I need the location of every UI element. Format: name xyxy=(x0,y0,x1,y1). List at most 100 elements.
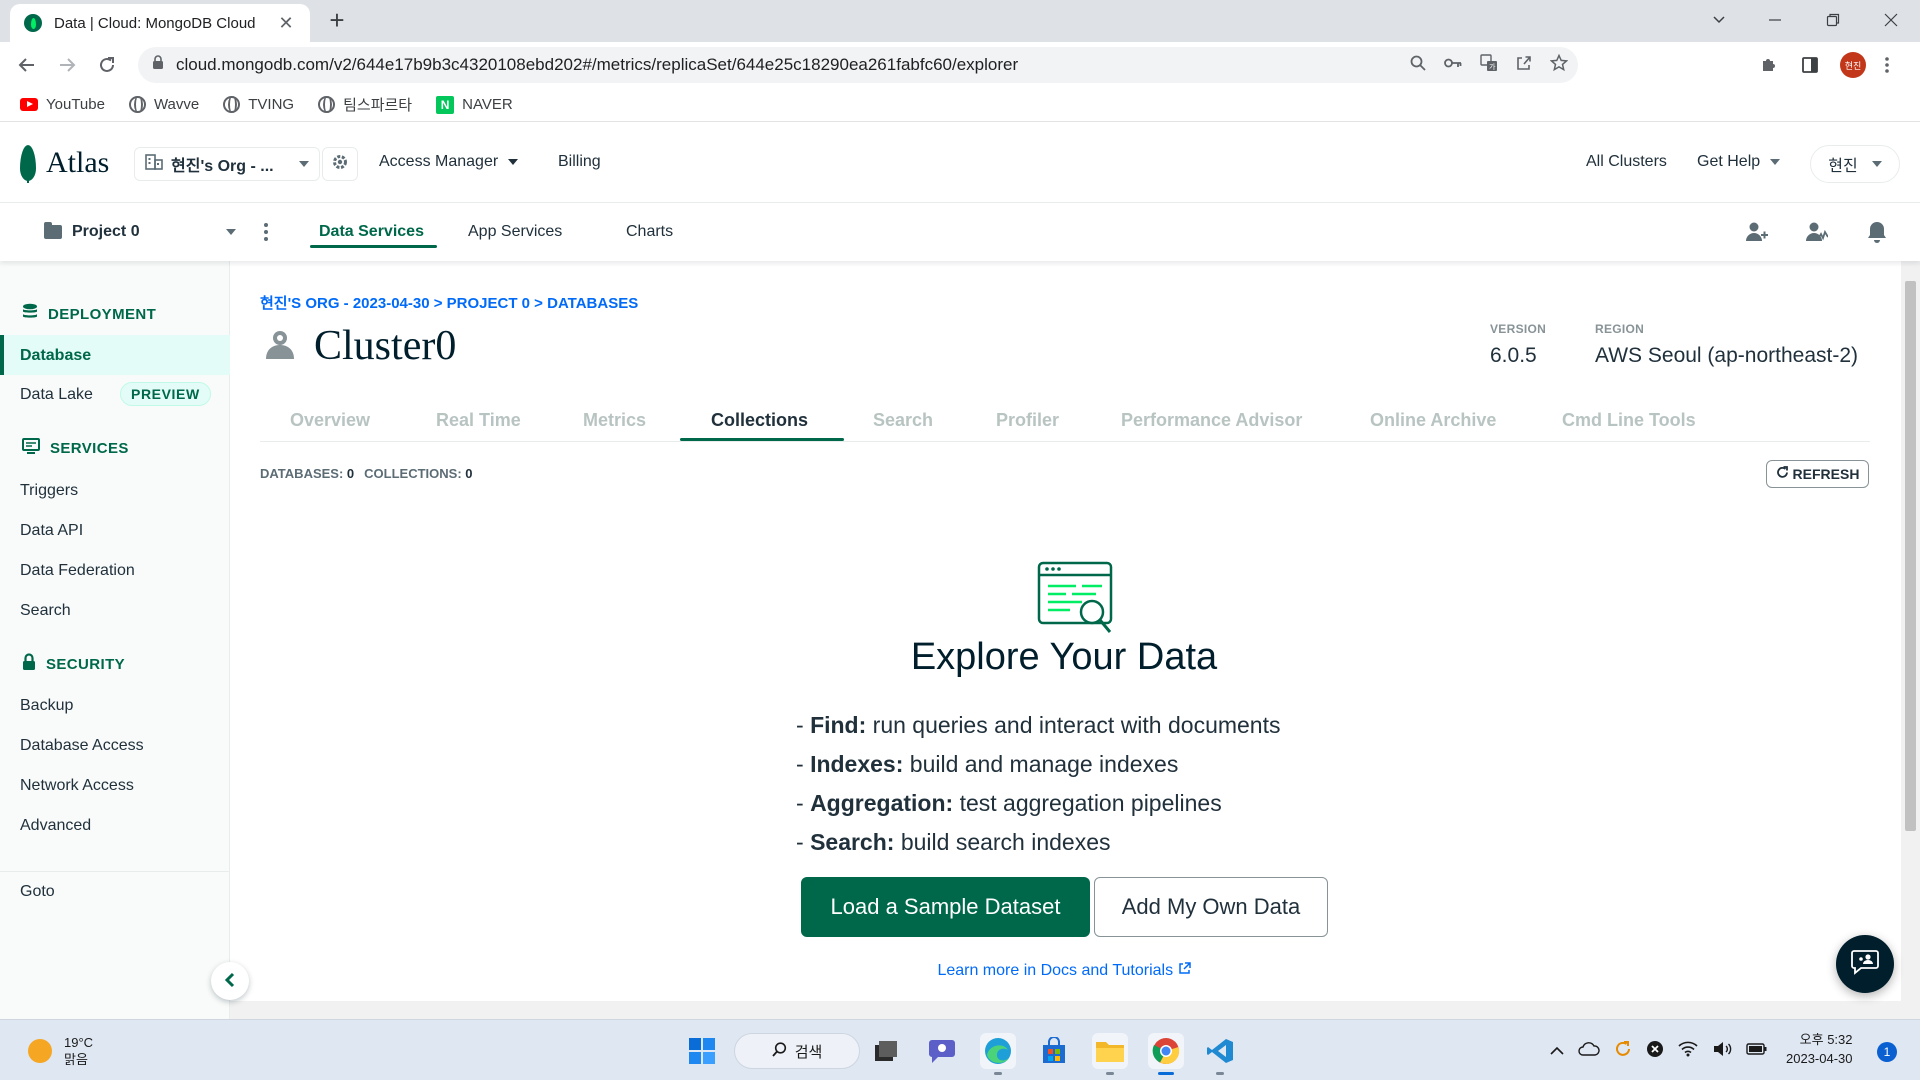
new-tab-button[interactable]: + xyxy=(322,6,352,36)
tab-charts[interactable]: Charts xyxy=(626,223,673,241)
task-view-icon[interactable] xyxy=(868,1033,904,1069)
sidebar-item-data-federation[interactable]: Data Federation xyxy=(20,562,135,580)
sidebar-item-database-access[interactable]: Database Access xyxy=(20,737,144,755)
tab-data-services[interactable]: Data Services xyxy=(319,223,424,241)
collections-count: 0 xyxy=(465,466,473,481)
collapse-sidebar-button[interactable] xyxy=(211,962,249,1000)
sidebar-item-data-lake[interactable]: Data Lake xyxy=(20,386,93,404)
sync-icon[interactable] xyxy=(1614,1040,1632,1061)
wifi-icon[interactable] xyxy=(1678,1041,1698,1060)
back-arrow-icon[interactable] xyxy=(10,48,44,82)
bookmark-youtube[interactable]: YouTube xyxy=(20,96,105,113)
sidebar-item-network-access[interactable]: Network Access xyxy=(20,777,134,795)
system-clock[interactable]: 오후 5:32 2023-04-30 xyxy=(1786,1030,1853,1068)
minimize-window-icon[interactable] xyxy=(1746,0,1804,40)
invite-user-icon[interactable] xyxy=(1744,219,1770,245)
tab-app-services[interactable]: App Services xyxy=(468,223,562,241)
chrome-browser-icon[interactable] xyxy=(1148,1033,1184,1075)
tab-search[interactable]: Search xyxy=(873,410,933,431)
vertical-scrollbar[interactable] xyxy=(1901,261,1920,1001)
extensions-icon[interactable] xyxy=(1760,48,1778,82)
get-help-menu[interactable]: Get Help xyxy=(1697,153,1781,171)
zoom-search-icon[interactable] xyxy=(1410,55,1426,76)
battery-charging-icon[interactable] xyxy=(1746,1042,1768,1059)
restore-window-icon[interactable] xyxy=(1804,0,1862,40)
volume-icon[interactable] xyxy=(1712,1041,1732,1060)
scrollbar-thumb[interactable] xyxy=(1905,281,1916,831)
bookmark-wavve[interactable]: Wavve xyxy=(128,96,199,113)
sidebar-item-database[interactable]: Database xyxy=(20,347,91,365)
chevron-up-icon[interactable] xyxy=(1550,1043,1564,1059)
bell-icon[interactable] xyxy=(1864,219,1890,245)
get-help-label: Get Help xyxy=(1697,153,1761,170)
share-icon[interactable] xyxy=(1516,55,1532,76)
tab-close-icon[interactable]: ✕ xyxy=(276,13,296,34)
tab-profiler[interactable]: Profiler xyxy=(996,410,1059,431)
url-text[interactable]: cloud.mongodb.com/v2/644e17b9b3c4320108e… xyxy=(176,55,1018,75)
tab-cmd-line-tools[interactable]: Cmd Line Tools xyxy=(1562,410,1696,431)
sidebar-item-data-api[interactable]: Data API xyxy=(20,522,83,540)
windows-start-icon[interactable] xyxy=(684,1033,720,1069)
data-explorer-illustration-icon xyxy=(1036,560,1116,643)
tab-overview[interactable]: Overview xyxy=(290,410,370,431)
sidebar-item-search[interactable]: Search xyxy=(20,602,71,620)
user-menu[interactable]: 현진 xyxy=(1810,145,1900,183)
refresh-button[interactable]: REFRESH xyxy=(1766,460,1869,488)
notification-badge[interactable]: 1 xyxy=(1877,1042,1897,1062)
project-selector[interactable]: Project 0 xyxy=(44,222,236,241)
tab-performance-advisor[interactable]: Performance Advisor xyxy=(1121,410,1302,431)
sidebar-item-backup[interactable]: Backup xyxy=(20,697,73,715)
vscode-icon[interactable] xyxy=(1202,1033,1238,1075)
atlas-logo[interactable]: Atlas xyxy=(20,145,109,183)
profile-avatar[interactable]: 현진 xyxy=(1840,48,1866,82)
building-icon xyxy=(145,153,163,175)
side-panel-icon[interactable] xyxy=(1802,48,1818,82)
translate-icon[interactable]: 가 xyxy=(1480,53,1498,77)
tab-metrics[interactable]: Metrics xyxy=(583,410,646,431)
address-bar[interactable]: cloud.mongodb.com/v2/644e17b9b3c4320108e… xyxy=(138,47,1578,83)
browser-tab[interactable]: Data | Cloud: MongoDB Cloud ✕ xyxy=(10,4,310,42)
organization-selector[interactable]: 현진's Org - ... xyxy=(134,147,320,181)
access-manager-menu[interactable]: Access Manager xyxy=(379,153,519,171)
svg-text:가: 가 xyxy=(1489,62,1496,71)
learn-more-link[interactable]: Learn more in Docs and Tutorials xyxy=(0,962,1920,980)
reload-icon[interactable] xyxy=(90,48,124,82)
feature-text: run queries and interact with documents xyxy=(872,712,1281,738)
horizontal-scrollbar[interactable] xyxy=(230,1001,1920,1019)
tab-online-archive[interactable]: Online Archive xyxy=(1370,410,1496,431)
onedrive-cloud-icon[interactable] xyxy=(1578,1042,1600,1059)
sidebar-item-goto[interactable]: Goto xyxy=(20,883,55,901)
teams-chat-icon[interactable] xyxy=(924,1033,960,1069)
edge-browser-icon[interactable] xyxy=(980,1033,1016,1075)
tab-real-time[interactable]: Real Time xyxy=(436,410,521,431)
organization-settings-button[interactable] xyxy=(322,147,358,181)
password-key-icon[interactable] xyxy=(1444,56,1462,74)
tab-collections[interactable]: Collections xyxy=(711,410,808,431)
forward-arrow-icon[interactable] xyxy=(50,48,84,82)
project-options-icon[interactable] xyxy=(263,223,269,241)
breadcrumb[interactable]: 현진'S ORG - 2023-04-30 > PROJECT 0 > DATA… xyxy=(260,292,638,313)
clock-time: 오후 5:32 xyxy=(1799,1032,1853,1047)
taskbar-search[interactable]: 검색 xyxy=(734,1033,860,1069)
weather-widget[interactable]: 19°C 맑음 xyxy=(28,1034,93,1068)
close-circle-icon[interactable] xyxy=(1646,1040,1664,1061)
close-window-icon[interactable] xyxy=(1862,0,1920,40)
bookmark-tving[interactable]: TVING xyxy=(223,96,294,113)
activity-feed-icon[interactable] xyxy=(1804,219,1830,245)
feature-item: - Search: build search indexes xyxy=(796,829,1111,855)
microsoft-store-icon[interactable] xyxy=(1036,1033,1072,1069)
support-chat-button[interactable] xyxy=(1836,935,1894,993)
lock-icon[interactable] xyxy=(152,55,164,75)
load-sample-dataset-button[interactable]: Load a Sample Dataset xyxy=(801,877,1090,937)
all-clusters-link[interactable]: All Clusters xyxy=(1586,153,1667,171)
bookmark-teamsparta[interactable]: 팀스파르타 xyxy=(318,94,412,115)
file-explorer-icon[interactable] xyxy=(1092,1033,1128,1075)
add-my-own-data-button[interactable]: Add My Own Data xyxy=(1094,877,1328,937)
sidebar-item-advanced[interactable]: Advanced xyxy=(20,817,91,835)
tab-search-chevron-icon[interactable] xyxy=(1690,0,1748,40)
bookmark-star-icon[interactable] xyxy=(1549,53,1569,77)
browser-menu-icon[interactable] xyxy=(1884,48,1890,82)
bookmark-naver[interactable]: N NAVER xyxy=(436,95,513,114)
sidebar-item-triggers[interactable]: Triggers xyxy=(20,482,78,500)
billing-link[interactable]: Billing xyxy=(558,153,601,171)
